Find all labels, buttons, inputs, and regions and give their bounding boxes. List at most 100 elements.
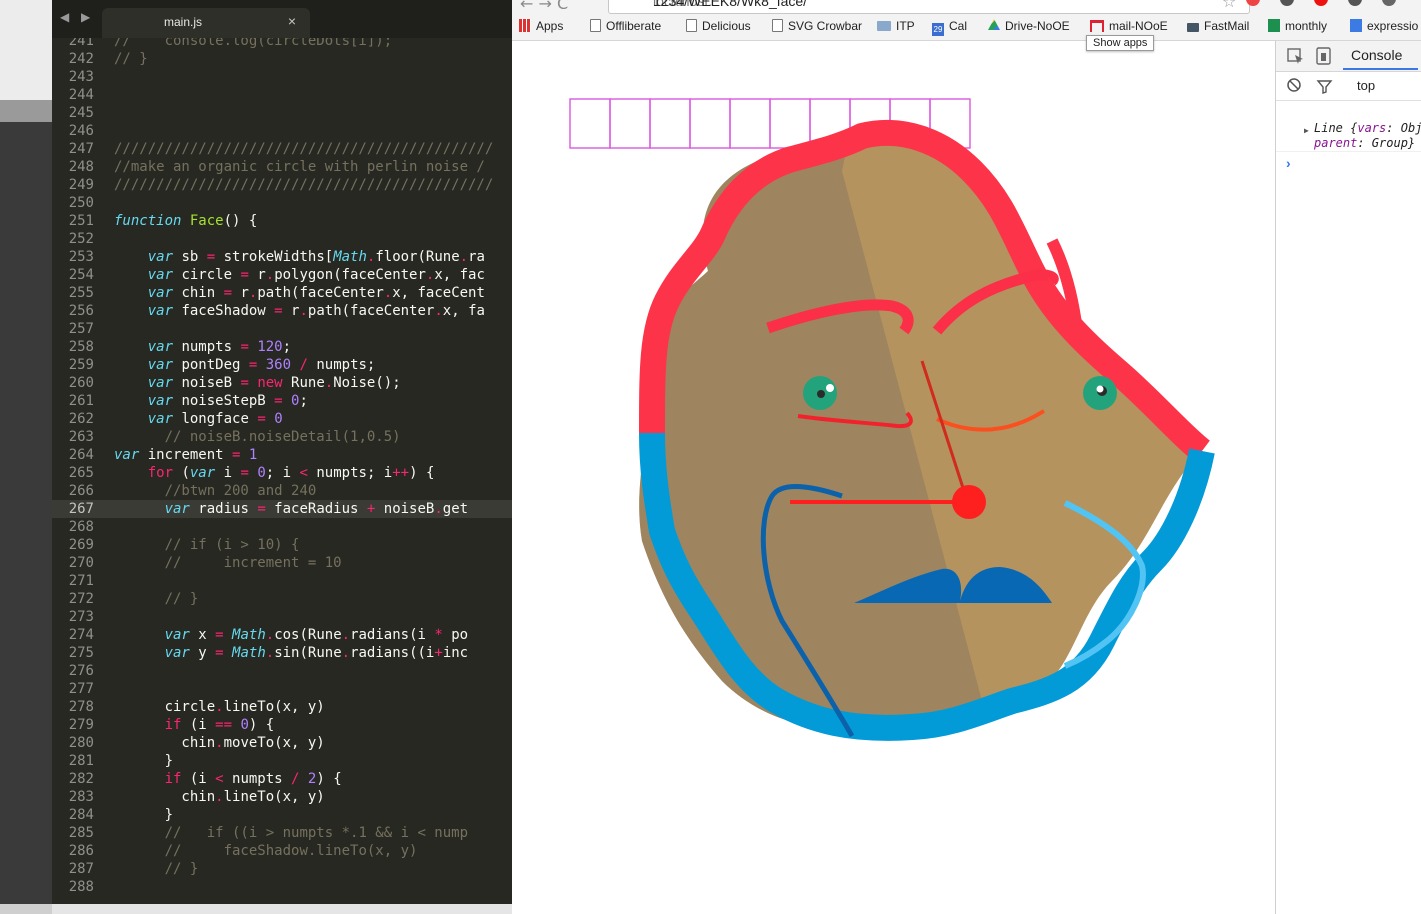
code-line[interactable]: 246 [52, 122, 512, 140]
bookmark-delicious[interactable]: Delicious [686, 19, 751, 35]
code-line[interactable]: 258 var numpts = 120; [52, 338, 512, 356]
bookmark-drive-nooe[interactable]: Drive-NoOE [988, 19, 1070, 35]
code-line[interactable]: 261 var noiseStepB = 0; [52, 392, 512, 410]
code-line[interactable]: 266 //btwn 200 and 240 [52, 482, 512, 500]
code-line[interactable]: 280 chin.moveTo(x, y) [52, 734, 512, 752]
code-line[interactable]: 274 var x = Math.cos(Rune.radians(i * po [52, 626, 512, 644]
device-mode-icon[interactable] [1314, 46, 1334, 66]
code-line[interactable]: 264 var increment = 1 [52, 446, 512, 464]
close-icon[interactable]: × [288, 13, 296, 29]
code-line[interactable]: 245 [52, 104, 512, 122]
code-line[interactable]: 265 for (var i = 0; i < numpts; i++) { [52, 464, 512, 482]
code-line[interactable]: 268 [52, 518, 512, 536]
code-line[interactable]: 288 [52, 878, 512, 896]
extension-icon[interactable] [1280, 0, 1294, 6]
code-line[interactable]: 287 // } [52, 860, 512, 878]
code-line[interactable]: 279 if (i == 0) { [52, 716, 512, 734]
url-bar[interactable]: localhost: 1234/WEEK8/Wk8_face/ [608, 0, 1250, 14]
code-line[interactable]: 263 // noiseB.noiseDetail(1,0.5) [52, 428, 512, 446]
bookmark-expressio[interactable]: expressio [1350, 19, 1418, 35]
expand-triangle-icon[interactable]: ▶ [1304, 126, 1309, 135]
line-source: var y = Math.sin(Rune.radians((i+inc [114, 645, 469, 661]
code-lines[interactable]: 241// console.log(circleDots[i]); 242// }… [52, 32, 512, 896]
code-line[interactable]: 251 function Face() { [52, 212, 512, 230]
extension-icons[interactable] [1240, 0, 1420, 12]
code-line[interactable]: 276 [52, 662, 512, 680]
line-number: 280 [68, 735, 94, 751]
console-log-entry[interactable]: ▶ Line {vars: Obj parent: Group} [1276, 117, 1421, 152]
code-token: = [240, 375, 249, 391]
extension-icon[interactable] [1246, 0, 1260, 6]
left-window-bottom [0, 904, 52, 914]
code-line[interactable]: 257 [52, 320, 512, 338]
code-line[interactable]: 249 /////////////////////////////////////… [52, 176, 512, 194]
bookmark-star-icon[interactable]: ☆ [1222, 0, 1236, 11]
code-token: = [274, 393, 283, 409]
bookmark-cal[interactable]: 29 Cal [932, 19, 967, 36]
code-line[interactable]: 286 // faceShadow.lineTo(x, y) [52, 842, 512, 860]
code-line[interactable]: 248 //make an organic circle with perlin … [52, 158, 512, 176]
line-number: 276 [68, 663, 94, 679]
console-prompt[interactable]: › [1286, 155, 1291, 171]
code-line[interactable]: 267 var radius = faceRadius + noiseB.get [52, 500, 512, 518]
inspect-element-icon[interactable] [1286, 46, 1306, 66]
line-source: var numpts = 120; [114, 339, 291, 355]
code-token: // increment = 10 [164, 555, 342, 571]
code-line[interactable]: 259 var pontDeg = 360 / numpts; [52, 356, 512, 374]
code-line[interactable]: 271 [52, 572, 512, 590]
code-line[interactable]: 270 // increment = 10 [52, 554, 512, 572]
line-number: 282 [68, 771, 94, 787]
code-line[interactable]: 260 var noiseB = new Rune.Noise(); [52, 374, 512, 392]
code-line[interactable]: 285 // if ((i > numpts *.1 && i < nump [52, 824, 512, 842]
code-line[interactable]: 242 // } [52, 50, 512, 68]
context-selector[interactable]: top [1357, 78, 1375, 93]
code-line[interactable]: 282 if (i < numpts / 2) { [52, 770, 512, 788]
bookmark-fastmail[interactable]: FastMail [1187, 19, 1249, 35]
code-line[interactable]: 243 [52, 68, 512, 86]
code-token: // faceShadow.lineTo(x, y) [164, 843, 418, 859]
code-token: ra [468, 249, 485, 265]
bookmark-itp[interactable]: ITP [877, 19, 915, 35]
line-source: var radius = faceRadius + noiseB.get [114, 501, 469, 517]
code-line[interactable]: 250 [52, 194, 512, 212]
code-line[interactable]: 275 var y = Math.sin(Rune.radians((i+inc [52, 644, 512, 662]
code-line[interactable]: 255 var chin = r.path(faceCenter.x, face… [52, 284, 512, 302]
code-token: . [341, 645, 351, 661]
filter-icon[interactable] [1316, 78, 1334, 96]
line-source: } [114, 807, 173, 823]
code-line[interactable]: 256 var faceShadow = r.path(faceCenter.x… [52, 302, 512, 320]
code-line[interactable]: 247 /////////////////////////////////////… [52, 140, 512, 158]
extension-icon[interactable] [1314, 0, 1328, 6]
bookmark-mail-nooe[interactable]: mail-NOoE [1090, 19, 1168, 35]
bookmark-svg-crowbar[interactable]: SVG Crowbar [772, 19, 862, 35]
bookmark-monthly[interactable]: monthly [1268, 19, 1327, 35]
clear-console-icon[interactable] [1286, 77, 1304, 95]
line-source: ////////////////////////////////////////… [114, 177, 493, 193]
editor-nav-arrows[interactable]: ◀ ▶ [60, 10, 94, 24]
code-line[interactable]: 281 } [52, 752, 512, 770]
code-line[interactable]: 272 // } [52, 590, 512, 608]
code-line[interactable]: 253 var sb = strokeWidths[Math.floor(Run… [52, 248, 512, 266]
line-source: //make an organic circle with perlin noi… [114, 159, 485, 175]
tab-console[interactable]: Console [1342, 47, 1419, 70]
extension-icon[interactable] [1348, 0, 1362, 6]
code-line[interactable]: 284 } [52, 806, 512, 824]
bookmark-apps[interactable]: Apps [519, 19, 563, 35]
code-line[interactable]: 283 chin.lineTo(x, y) [52, 788, 512, 806]
code-line[interactable]: 244 [52, 86, 512, 104]
browser-nav-buttons[interactable]: ← → C [520, 0, 568, 13]
bookmark-offliberate[interactable]: Offliberate [590, 19, 661, 35]
code-line[interactable]: 262 var longface = 0 [52, 410, 512, 428]
code-line[interactable]: 273 [52, 608, 512, 626]
code-line[interactable]: 278 circle.lineTo(x, y) [52, 698, 512, 716]
extension-icon[interactable] [1382, 0, 1396, 6]
editor-tab-main-js[interactable]: main.js × [102, 8, 310, 38]
code-line[interactable]: 252 [52, 230, 512, 248]
code-line[interactable]: 254 var circle = r.polygon(faceCenter.x,… [52, 266, 512, 284]
line-number: 254 [68, 267, 94, 283]
code-line[interactable]: 269 // if (i > 10) { [52, 536, 512, 554]
code-line[interactable]: 277 [52, 680, 512, 698]
